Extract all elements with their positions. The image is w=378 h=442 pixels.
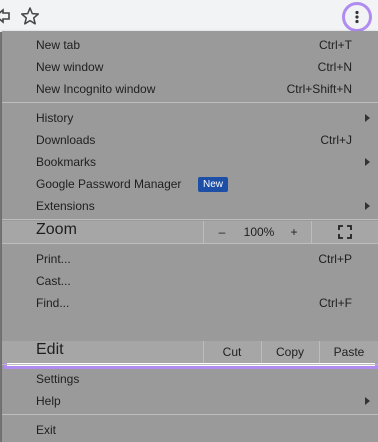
browser-toolbar bbox=[0, 0, 378, 32]
menu-item-extensions[interactable]: Extensions bbox=[2, 195, 378, 217]
submenu-arrow-icon bbox=[365, 202, 370, 210]
menu-item-label: Extensions bbox=[36, 199, 95, 213]
chrome-menu-button[interactable] bbox=[342, 2, 372, 32]
submenu-arrow-icon bbox=[365, 114, 370, 122]
menu-item-label: Find... bbox=[36, 296, 70, 310]
menu-divider bbox=[2, 243, 378, 244]
menu-item-label: Bookmarks bbox=[36, 155, 97, 169]
shortcut-label: Ctrl+Shift+N bbox=[286, 82, 352, 96]
share-icon[interactable] bbox=[0, 5, 14, 27]
menu-item-label: History bbox=[36, 111, 74, 125]
edit-row: Edit Cut Copy Paste bbox=[2, 341, 378, 363]
zoom-row: Zoom – 100% + bbox=[2, 221, 378, 243]
menu-item-new-incognito-window[interactable]: New Incognito window Ctrl+Shift+N bbox=[2, 78, 378, 100]
menu-item-downloads[interactable]: Downloads Ctrl+J bbox=[2, 129, 378, 151]
shortcut-label: Ctrl+F bbox=[319, 296, 352, 310]
edit-label: Edit bbox=[36, 341, 64, 358]
paste-button[interactable]: Paste bbox=[320, 341, 378, 363]
menu-item-label: Print... bbox=[36, 252, 71, 266]
shortcut-label: Ctrl+P bbox=[318, 252, 352, 266]
submenu-arrow-icon bbox=[365, 397, 370, 405]
copy-button[interactable]: Copy bbox=[262, 341, 318, 363]
menu-divider bbox=[2, 414, 378, 415]
zoom-out-button[interactable]: – bbox=[204, 221, 240, 243]
menu-item-bookmarks[interactable]: Bookmarks bbox=[2, 151, 378, 173]
menu-item-label: Downloads bbox=[36, 133, 96, 147]
menu-item-label: Exit bbox=[36, 423, 57, 437]
menu-item-cast[interactable]: Cast... bbox=[2, 270, 378, 292]
menu-item-print[interactable]: Print... Ctrl+P bbox=[2, 248, 378, 270]
menu-item-password-manager[interactable]: Google Password Manager New bbox=[2, 173, 378, 195]
menu-item-exit[interactable]: Exit bbox=[2, 419, 378, 441]
shortcut-label: Ctrl+J bbox=[320, 133, 352, 147]
menu-item-label: Settings bbox=[36, 372, 80, 386]
menu-item-label: New Incognito window bbox=[36, 82, 156, 96]
zoom-value: 100% bbox=[243, 225, 275, 239]
menu-item-label: Help bbox=[36, 394, 61, 408]
menu-item-new-tab[interactable]: New tab Ctrl+T bbox=[2, 34, 378, 56]
menu-item-history[interactable]: History bbox=[2, 107, 378, 129]
fullscreen-button[interactable] bbox=[312, 221, 378, 243]
menu-divider bbox=[2, 364, 378, 365]
chrome-menu: New tab Ctrl+T New window Ctrl+N New Inc… bbox=[2, 31, 378, 442]
menu-item-settings[interactable]: Settings bbox=[2, 368, 378, 390]
menu-item-label: Google Password Manager bbox=[36, 177, 182, 191]
zoom-in-button[interactable]: + bbox=[278, 221, 310, 243]
fullscreen-icon bbox=[338, 225, 352, 239]
menu-item-help[interactable]: Help bbox=[2, 390, 378, 412]
shortcut-label: Ctrl+N bbox=[317, 60, 352, 74]
menu-divider bbox=[2, 219, 378, 220]
menu-item-find[interactable]: Find... Ctrl+F bbox=[2, 292, 378, 314]
shortcut-label: Ctrl+T bbox=[319, 38, 352, 52]
new-badge: New bbox=[198, 177, 229, 192]
menu-item-label: Cast... bbox=[36, 274, 71, 288]
cut-button[interactable]: Cut bbox=[204, 341, 260, 363]
star-icon[interactable] bbox=[19, 5, 41, 27]
vertical-ellipsis-icon bbox=[355, 10, 359, 24]
menu-item-label: New window bbox=[36, 60, 104, 74]
menu-divider bbox=[2, 102, 378, 103]
zoom-label: Zoom bbox=[36, 221, 77, 238]
menu-item-label: New tab bbox=[36, 38, 81, 52]
menu-item-new-window[interactable]: New window Ctrl+N bbox=[2, 56, 378, 78]
submenu-arrow-icon bbox=[365, 158, 370, 166]
